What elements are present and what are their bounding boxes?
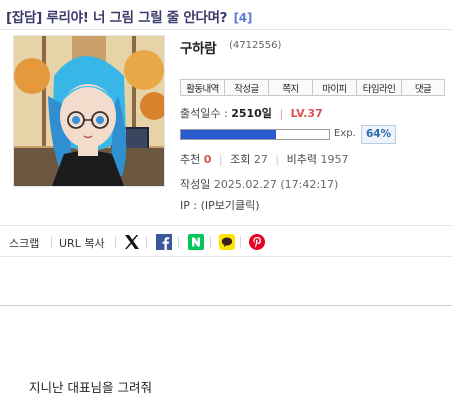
attendance-value: 2510일 [231, 107, 272, 120]
comment-count-badge[interactable]: [4] [234, 11, 253, 25]
exp-progress-fill [181, 130, 276, 139]
member-number: (4712556) [229, 40, 282, 51]
separator [146, 236, 147, 248]
post-category: [잡담] [6, 10, 42, 26]
attendance-line: 출석일수 : 2510일 | LV.37 [180, 105, 323, 121]
recommend-label: 추천 [180, 153, 201, 166]
posts-button[interactable]: 작성글 [224, 79, 269, 96]
kakaotalk-icon[interactable] [219, 234, 235, 250]
separator [210, 236, 211, 248]
post-stats: 추천 0 | 조회 27 | 비추력 1957 [180, 151, 348, 167]
exp-progress-bar [180, 129, 330, 140]
nonrecommend-count: 1957 [320, 153, 349, 166]
nonrecommend-label: 비추력 [286, 153, 317, 166]
separator [115, 236, 116, 248]
author-nickname[interactable]: 구하람 [180, 37, 217, 57]
separator: | [279, 107, 284, 120]
level-badge: LV.37 [290, 107, 323, 120]
x-icon[interactable] [124, 234, 140, 250]
pinterest-icon[interactable] [249, 234, 265, 250]
views-label: 조회 [230, 153, 251, 166]
copy-url-button[interactable]: URL 복사 [59, 235, 105, 251]
timeline-button[interactable]: 타임라인 [356, 79, 402, 96]
exp-percent: 64% [361, 125, 397, 144]
attendance-label: 출석일수 : [180, 107, 228, 120]
date-value: 2025.02.27 (17:42:17) [213, 178, 339, 191]
post-title: [잡담] 루리야! 너 그림 그릴 줄 안다며? [4] [6, 6, 252, 26]
content-divider [0, 305, 452, 306]
separator: | [275, 153, 280, 166]
recommend-count: 0 [203, 153, 212, 166]
post-date: 작성일 2025.02.27 (17:42:17) [180, 176, 338, 192]
post-title-bar: [잡담] 루리야! 너 그림 그릴 줄 안다며? [4] [0, 0, 452, 30]
exp-label: Exp. [334, 128, 356, 139]
avatar-illustration [14, 36, 164, 186]
author-menu: 활동내역 작성글 쪽지 마이피 타임라인 댓글 [180, 79, 445, 96]
naver-icon[interactable] [188, 234, 204, 250]
message-button[interactable]: 쪽지 [268, 79, 313, 96]
scrap-button[interactable]: 스크랩 [9, 235, 39, 251]
post-title-text: 루리야! 너 그림 그릴 줄 안다며? [46, 10, 228, 26]
ip-line: IP : (IP보기클릭) [180, 197, 260, 213]
post-body: 지니난 대표님을 그려줘 [29, 380, 152, 395]
separator: | [218, 153, 223, 166]
author-avatar[interactable] [13, 35, 165, 187]
activity-history-button[interactable]: 활동내역 [180, 79, 225, 96]
separator [178, 236, 179, 248]
share-bar: 스크랩 URL 복사 [0, 225, 452, 257]
views-count: 27 [253, 153, 268, 166]
facebook-icon[interactable] [156, 234, 172, 250]
separator [240, 236, 241, 248]
comments-button[interactable]: 댓글 [401, 79, 445, 96]
ip-label: IP : [180, 199, 198, 212]
separator [51, 236, 52, 248]
mypi-button[interactable]: 마이피 [312, 79, 357, 96]
date-label: 작성일 [180, 178, 211, 191]
ip-reveal-link[interactable]: (IP보기클릭) [201, 199, 260, 212]
